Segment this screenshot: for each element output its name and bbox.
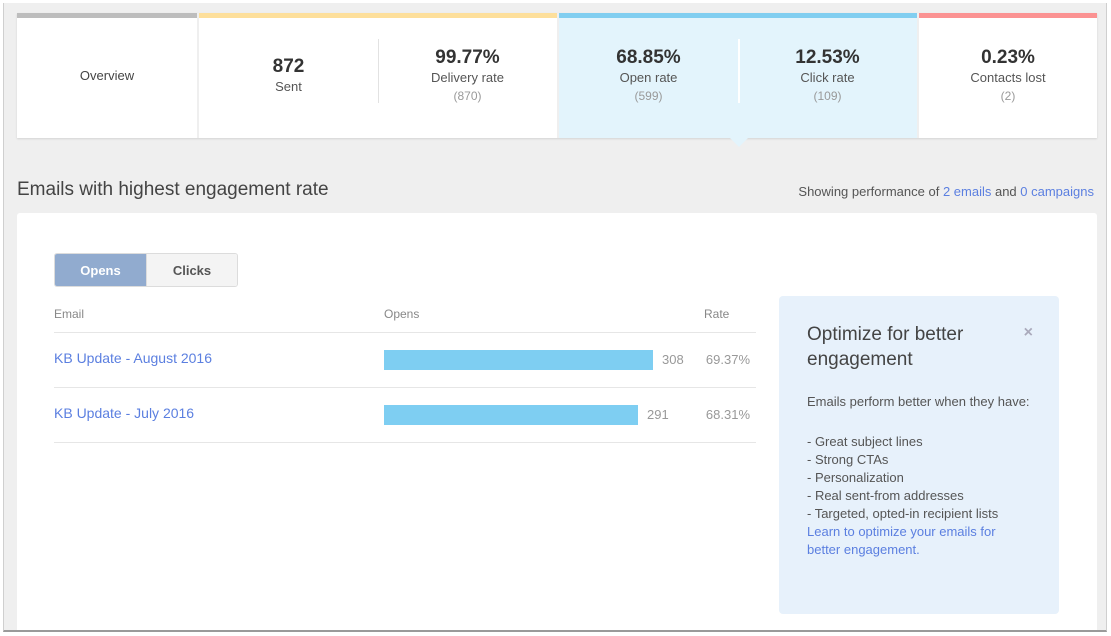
optimize-tip-panel: Optimize for better engagement × Emails …: [779, 296, 1059, 614]
stat-label: Delivery rate: [431, 69, 504, 85]
opens-count: 308: [662, 352, 684, 367]
delivery-color-bar: [199, 13, 557, 18]
emails-link[interactable]: 2 emails: [943, 184, 991, 199]
stat-value: 68.85%: [616, 46, 681, 68]
overview-color-bar: [17, 13, 197, 18]
close-icon[interactable]: ×: [1024, 324, 1033, 342]
learn-more-line2: better engagement.: [807, 542, 920, 557]
meta-and: and: [991, 184, 1021, 199]
column-email: Email: [54, 307, 85, 321]
tip-item: - Real sent-from addresses: [807, 488, 964, 503]
stat-delivery-rate: 99.77% Delivery rate (870): [378, 38, 557, 105]
section-title: Emails with highest engagement rate: [17, 179, 329, 200]
performance-summary: Showing performance of 2 emails and 0 ca…: [798, 184, 1094, 199]
opens-count: 291: [647, 407, 669, 422]
app-frame: Overview 872 Sent 99.77% Delivery rate (…: [3, 3, 1107, 632]
stat-count: (870): [453, 88, 482, 103]
tip-intro: Emails perform better when they have:: [807, 394, 1030, 409]
opens-bar: [384, 405, 638, 425]
stat-open-rate: 68.85% Open rate (599): [559, 47, 738, 105]
delivery-segment[interactable]: 872 Sent 99.77% Delivery rate (870): [197, 13, 557, 138]
table-header: Email Opens Rate: [54, 301, 756, 333]
open-rate: 68.31%: [705, 407, 750, 422]
tip-list: - Great subject lines - Strong CTAs - Pe…: [807, 433, 1031, 523]
summary-strip: Overview 872 Sent 99.77% Delivery rate (…: [17, 13, 1097, 138]
stat-count: (599): [634, 88, 663, 103]
clicks-toggle-button[interactable]: Clicks: [146, 254, 237, 286]
stat-count: (109): [813, 88, 842, 103]
column-rate: Rate: [704, 307, 730, 321]
selected-segment-pointer: [728, 136, 750, 147]
engagement-table: Email Opens Rate KB Update - August 2016…: [54, 301, 756, 443]
opens-toggle-button[interactable]: Opens: [55, 254, 146, 286]
tip-item: - Strong CTAs: [807, 452, 889, 467]
column-opens: Opens: [384, 307, 420, 321]
stat-label: Open rate: [619, 69, 678, 85]
campaigns-link[interactable]: 0 campaigns: [1020, 184, 1094, 199]
learn-more-line1: Learn to optimize your emails for: [807, 524, 996, 539]
stat-value: 99.77%: [435, 46, 500, 68]
meta-prefix: Showing performance of: [798, 184, 943, 199]
table-row: KB Update - July 2016 291 68.31%: [54, 388, 756, 443]
stat-value: 872: [272, 55, 305, 77]
stat-label: Click rate: [800, 69, 855, 85]
stat-contacts-lost: 0.23% Contacts lost (2): [919, 47, 1097, 105]
email-link[interactable]: KB Update - July 2016: [54, 405, 194, 421]
stat-sent: 872 Sent: [199, 56, 378, 96]
table-row: KB Update - August 2016 308 69.37%: [54, 333, 756, 388]
engagement-card: Opens Clicks Email Opens Rate KB Update …: [17, 213, 1097, 630]
metric-toggle: Opens Clicks: [54, 253, 238, 287]
open-rate: 69.37%: [705, 352, 750, 367]
overview-label: Overview: [79, 68, 135, 83]
learn-more-link[interactable]: Learn to optimize your emails for better…: [807, 523, 1031, 559]
engagement-color-bar: [559, 13, 917, 18]
tip-item: - Great subject lines: [807, 434, 923, 449]
contacts-lost-segment[interactable]: 0.23% Contacts lost (2): [917, 13, 1097, 138]
contacts-lost-color-bar: [919, 13, 1097, 18]
stat-label: Sent: [275, 78, 302, 94]
engagement-segment[interactable]: 68.85% Open rate (599) 12.53% Click rate…: [557, 13, 917, 138]
stat-count: (2): [1000, 88, 1016, 103]
stat-click-rate: 12.53% Click rate (109): [738, 38, 917, 105]
tip-title: Optimize for better engagement: [807, 324, 964, 370]
stat-label: Contacts lost: [970, 69, 1046, 85]
stat-value: 12.53%: [795, 46, 860, 68]
opens-bar: [384, 350, 653, 370]
tip-item: - Targeted, opted-in recipient lists: [807, 506, 999, 521]
stat-value: 0.23%: [981, 46, 1035, 68]
tip-item: - Personalization: [807, 470, 904, 485]
email-link[interactable]: KB Update - August 2016: [54, 350, 212, 366]
overview-tab[interactable]: Overview: [17, 13, 197, 138]
